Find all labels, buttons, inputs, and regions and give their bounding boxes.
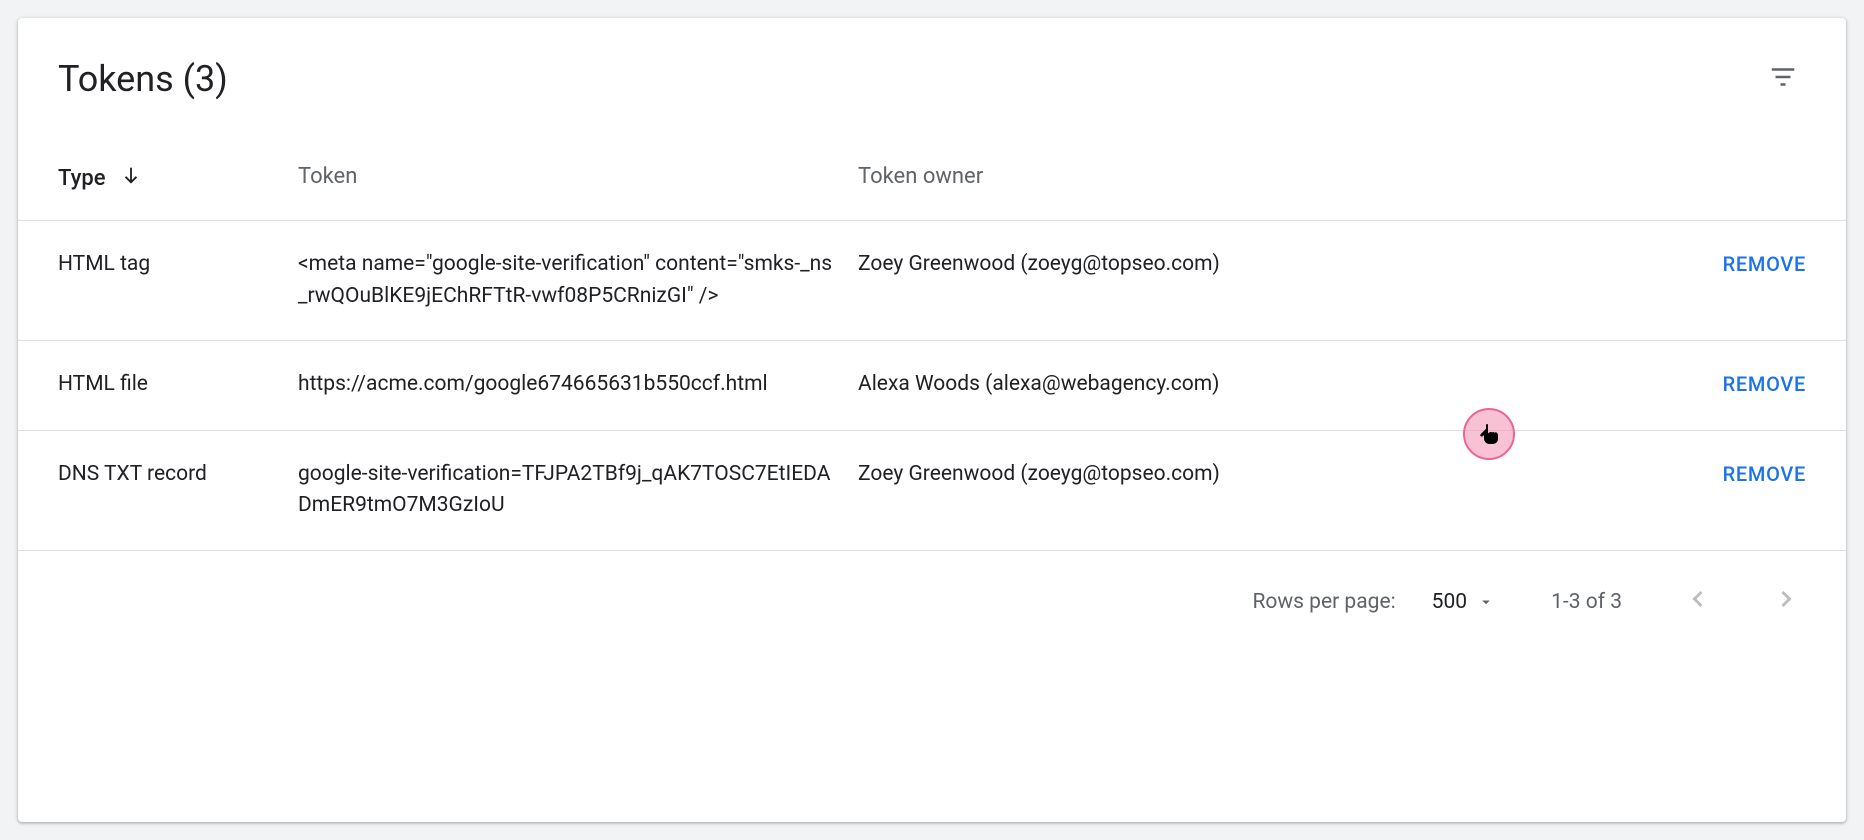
column-header-type[interactable]: Type — [58, 164, 298, 192]
table-header-row: Type Token Token owner — [18, 136, 1846, 221]
table-row: DNS TXT record google-site-verification=… — [18, 431, 1846, 551]
card-header: Tokens (3) — [18, 18, 1846, 136]
tokens-card: Tokens (3) Type Token Token owner HTML t… — [18, 18, 1846, 822]
column-header-action — [1686, 164, 1806, 192]
cell-owner: Alexa Woods (alexa@webagency.com) — [858, 369, 1686, 401]
next-page-button[interactable] — [1766, 579, 1806, 625]
cell-token: https://acme.com/google674665631b550ccf.… — [298, 369, 858, 401]
pagination-range: 1-3 of 3 — [1551, 590, 1622, 614]
cell-owner: Zoey Greenwood (zoeyg@topseo.com) — [858, 459, 1686, 491]
pagination-bar: Rows per page: 500 1-3 of 3 — [18, 551, 1846, 653]
rows-per-page-label: Rows per page: — [1252, 590, 1395, 614]
table-row: HTML file https://acme.com/google6746656… — [18, 341, 1846, 431]
filter-icon[interactable] — [1760, 54, 1806, 104]
chevron-left-icon — [1684, 585, 1712, 613]
cell-token: <meta name="google-site-verification" co… — [298, 249, 858, 312]
sort-descending-icon — [120, 164, 142, 192]
cell-owner: Zoey Greenwood (zoeyg@topseo.com) — [858, 249, 1686, 281]
rows-per-page: Rows per page: 500 — [1252, 590, 1495, 614]
chevron-right-icon — [1772, 585, 1800, 613]
page-title: Tokens (3) — [58, 58, 228, 100]
rows-per-page-value: 500 — [1432, 590, 1467, 614]
previous-page-button[interactable] — [1678, 579, 1718, 625]
remove-button[interactable]: REMOVE — [1723, 252, 1806, 276]
column-header-type-label: Type — [58, 166, 106, 191]
cell-type: HTML file — [58, 369, 298, 401]
column-header-owner[interactable]: Token owner — [858, 164, 1686, 192]
dropdown-icon — [1477, 593, 1495, 611]
cell-type: DNS TXT record — [58, 459, 298, 491]
column-header-token[interactable]: Token — [298, 164, 858, 192]
pagination-nav — [1678, 579, 1806, 625]
table-row: HTML tag <meta name="google-site-verific… — [18, 221, 1846, 341]
cell-token: google-site-verification=TFJPA2TBf9j_qAK… — [298, 459, 858, 522]
remove-button[interactable]: REMOVE — [1723, 372, 1806, 396]
cell-type: HTML tag — [58, 249, 298, 281]
rows-per-page-select[interactable]: 500 — [1432, 590, 1495, 614]
remove-button[interactable]: REMOVE — [1723, 462, 1806, 486]
